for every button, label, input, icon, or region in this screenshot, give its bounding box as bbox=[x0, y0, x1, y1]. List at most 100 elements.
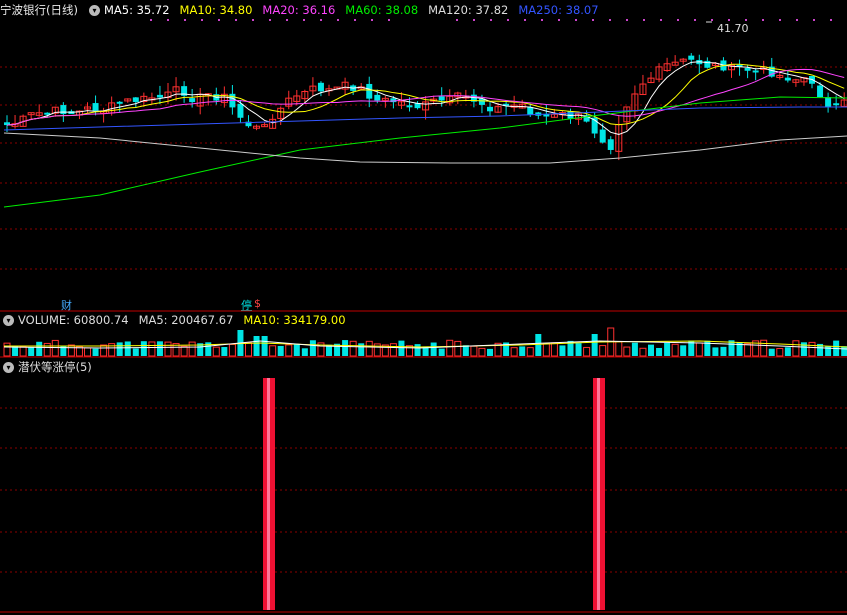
volume-bar-down bbox=[261, 336, 268, 356]
high-price-label: 41.70 bbox=[717, 22, 749, 35]
volume-bar-up bbox=[454, 340, 462, 357]
volume-bar-up bbox=[180, 345, 188, 357]
candle-down bbox=[374, 94, 381, 101]
volume-bar-up bbox=[51, 339, 59, 357]
candle-down bbox=[438, 96, 445, 101]
limit-dot bbox=[354, 19, 356, 21]
limit-dot bbox=[524, 19, 526, 21]
volume-bar-up bbox=[695, 342, 703, 357]
limit-dot bbox=[269, 19, 271, 21]
limit-dot bbox=[252, 19, 254, 21]
candle-down bbox=[784, 77, 791, 81]
limit-dot bbox=[694, 19, 696, 21]
volume-bar-down bbox=[132, 348, 139, 356]
limit-dot bbox=[286, 19, 288, 21]
candle-down bbox=[487, 106, 493, 112]
volume-bar-up bbox=[542, 343, 550, 357]
volume-bar-down bbox=[535, 334, 542, 356]
volume-bar-up bbox=[285, 344, 293, 357]
limit-dot bbox=[813, 19, 815, 21]
volume-bar-down bbox=[342, 340, 349, 356]
volume-bar-up bbox=[269, 345, 277, 357]
volume-bar-up bbox=[615, 341, 623, 357]
volume-bar-down bbox=[414, 344, 421, 356]
volume-bar-down bbox=[358, 343, 365, 356]
limit-dot bbox=[830, 19, 832, 21]
candle-down bbox=[527, 107, 534, 115]
candle-down bbox=[237, 103, 244, 118]
limit-dot bbox=[507, 19, 509, 21]
volume-bar-down bbox=[140, 341, 147, 356]
volume-bar-down bbox=[156, 341, 163, 356]
limit-dot bbox=[235, 19, 237, 21]
limit-dot bbox=[592, 19, 594, 21]
candle-down bbox=[189, 98, 196, 103]
candle-down bbox=[406, 105, 413, 108]
volume-bar-up bbox=[446, 339, 454, 357]
volume-bar-up bbox=[470, 345, 478, 357]
volume-bar-down bbox=[92, 348, 99, 356]
stock-chart-canvas[interactable]: 41.70 bbox=[0, 0, 847, 615]
volume-bar-down bbox=[631, 342, 638, 356]
limit-dot bbox=[167, 19, 169, 21]
candle-down bbox=[752, 70, 759, 73]
volume-bar-up bbox=[212, 346, 220, 357]
volume-bar-down bbox=[293, 343, 300, 356]
volume-bar-up bbox=[19, 346, 27, 357]
volume-bar-down bbox=[768, 348, 775, 356]
limit-dot bbox=[779, 19, 781, 21]
volume-bar-down bbox=[648, 344, 654, 356]
volume-bar-down bbox=[438, 348, 445, 356]
volume-bar-down bbox=[591, 334, 598, 356]
limit-dot bbox=[575, 19, 577, 21]
limit-dot bbox=[677, 19, 679, 21]
volume-bar-up bbox=[43, 342, 51, 357]
volume-bar-down bbox=[116, 342, 123, 356]
volume-bar-down bbox=[462, 345, 469, 356]
volume-bar-down bbox=[680, 345, 687, 356]
volume-bar-down bbox=[28, 347, 35, 356]
volume-bar-up bbox=[639, 347, 647, 357]
candle-down bbox=[599, 129, 606, 143]
volume-bar-down bbox=[720, 346, 727, 356]
limit-dot bbox=[371, 19, 373, 21]
candle-down bbox=[116, 101, 123, 104]
limit-dot bbox=[320, 19, 322, 21]
volume-bar-down bbox=[664, 342, 671, 356]
volume-bar-up bbox=[164, 341, 172, 357]
volume-bar-up bbox=[550, 342, 558, 357]
volume-bar-down bbox=[301, 348, 308, 356]
limit-dot bbox=[490, 19, 492, 21]
volume-bar-up bbox=[349, 340, 357, 357]
limit-dot bbox=[728, 19, 730, 21]
volume-bar-up bbox=[776, 348, 784, 357]
volume-bar-down bbox=[487, 348, 493, 356]
candle-down bbox=[60, 105, 67, 115]
limit-dot bbox=[218, 19, 220, 21]
candle-down bbox=[92, 103, 99, 111]
volume-bar-up bbox=[3, 342, 11, 357]
volume-bar-up bbox=[599, 345, 607, 357]
volume-bar-down bbox=[784, 347, 791, 356]
limit-dot bbox=[558, 19, 560, 21]
volume-bar-down bbox=[221, 347, 228, 356]
volume-bar-down bbox=[36, 341, 43, 356]
candle-down bbox=[688, 55, 695, 60]
limit-dot bbox=[796, 19, 798, 21]
candle-down bbox=[317, 82, 324, 92]
volume-bar-up bbox=[623, 346, 631, 357]
volume-bar-up bbox=[808, 341, 816, 357]
candle-down bbox=[366, 83, 373, 99]
candle-down bbox=[607, 139, 614, 150]
volume-bar-down bbox=[712, 347, 719, 356]
volume-bar-down bbox=[309, 340, 316, 356]
volume-bar-down bbox=[800, 342, 807, 356]
volume-bar-up bbox=[84, 347, 91, 357]
volume-bar-down bbox=[519, 346, 526, 356]
volume-bar-down bbox=[430, 342, 437, 356]
volume-bar-down bbox=[277, 345, 284, 356]
limit-dot bbox=[609, 19, 611, 21]
volume-bar-up bbox=[671, 343, 679, 357]
volume-bar-up bbox=[188, 341, 196, 357]
signal-bar-highlight bbox=[267, 378, 270, 610]
